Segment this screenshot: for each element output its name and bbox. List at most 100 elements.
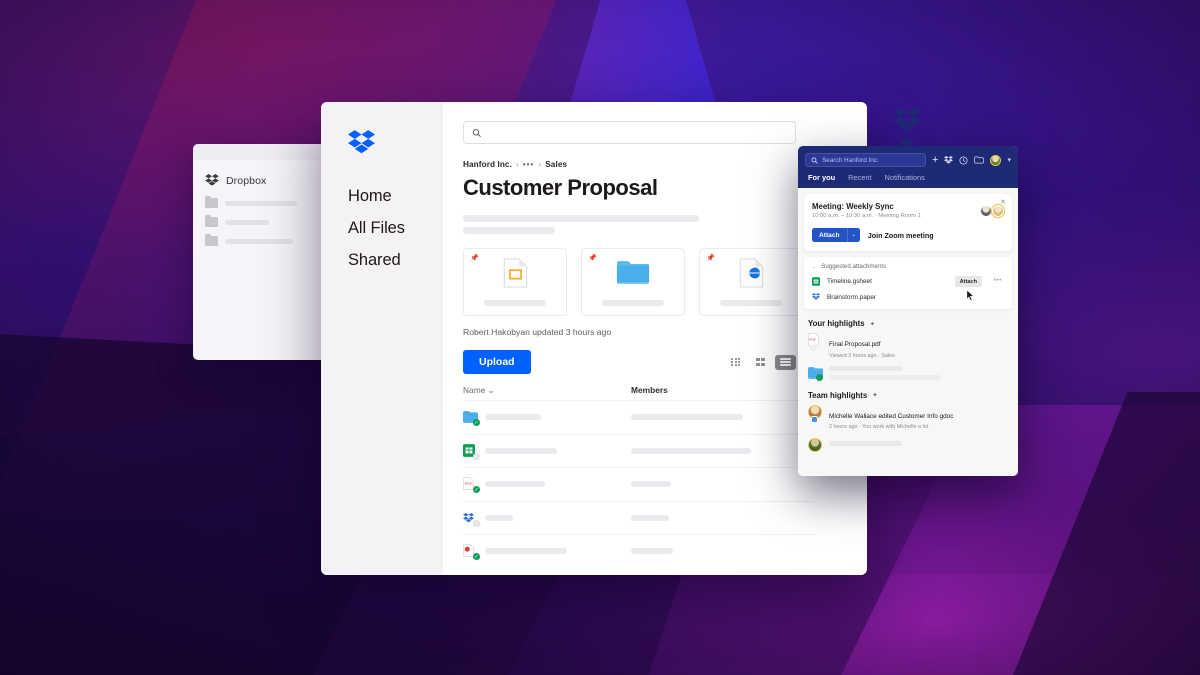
pinned-card-web[interactable]: 📌 — [699, 248, 803, 316]
view-toggle-grid[interactable] — [750, 355, 771, 370]
avatar — [992, 205, 1004, 217]
recents-clock-icon[interactable] — [959, 155, 969, 165]
dropbox-desktop-panel[interactable]: Search Hanford Inc. + ▾ For you Recent N… — [798, 146, 1018, 476]
sparkle-icon: ✦ — [869, 320, 876, 328]
paper-icon — [812, 293, 820, 300]
folder-icon[interactable] — [974, 156, 985, 164]
pdf-icon: PDF ✓ — [463, 477, 480, 494]
highlight-item[interactable] — [798, 359, 1018, 381]
slides-document-icon — [503, 258, 527, 288]
panel-body: ✕ Meeting: Weekly Sync 10:00 a.m. – 10:3… — [798, 188, 1018, 476]
pinned-card-presentation[interactable]: 📌 — [463, 248, 567, 316]
highlight-title: Final Proposal.pdf — [829, 341, 881, 348]
spreadsheet-icon — [463, 443, 480, 460]
file-name-placeholder — [485, 514, 513, 521]
table-row[interactable]: PDF ✓ — [463, 467, 815, 501]
placeholder-bar — [225, 238, 293, 244]
attach-button[interactable]: Attach — [812, 228, 847, 242]
members-placeholder — [631, 548, 673, 555]
dropbox-main-window[interactable]: Home All Files Shared Hanford Inc. › •••… — [321, 102, 867, 575]
members-placeholder — [631, 514, 669, 521]
card-label-placeholder — [720, 300, 782, 306]
meeting-card[interactable]: ✕ Meeting: Weekly Sync 10:00 a.m. – 10:3… — [804, 194, 1012, 251]
action-row: Upload — [463, 350, 796, 374]
highlight-item[interactable]: PDF Final Proposal.pdf Viewed 3 hours ag… — [798, 328, 1018, 359]
shared-badge-icon: ✓ — [473, 486, 480, 494]
panel-search-input[interactable]: Search Hanford Inc. — [805, 153, 927, 167]
panel-pointer-tip — [899, 136, 915, 145]
members-placeholder — [631, 481, 671, 488]
highlight-meta-placeholder — [829, 374, 941, 380]
placeholder-bar — [225, 200, 297, 206]
svg-text:PDF: PDF — [809, 338, 816, 342]
upload-button[interactable]: Upload — [463, 350, 531, 374]
pinned-card-folder[interactable]: 📌 — [581, 248, 685, 316]
suggested-attachment-row[interactable]: Brainstorm.paper — [812, 293, 1004, 301]
paper-icon — [463, 511, 480, 527]
chevron-down-icon[interactable]: ▾ — [1007, 156, 1011, 164]
list-icon — [780, 356, 791, 367]
view-toggle-group — [725, 354, 796, 370]
sidebar-item-home[interactable]: Home — [348, 187, 443, 206]
file-name-placeholder — [485, 447, 557, 454]
table-row[interactable] — [463, 433, 815, 468]
image-icon: ✓ — [463, 544, 480, 561]
breadcrumb-ellipsis[interactable]: ••• — [523, 160, 535, 169]
breadcrumb-root[interactable]: Hanford Inc. — [463, 160, 512, 169]
team-highlight-item[interactable] — [798, 430, 1018, 452]
your-highlights-title: Your highlights — [808, 319, 865, 328]
tab-recent[interactable]: Recent — [848, 173, 871, 182]
dropbox-icon[interactable] — [944, 155, 954, 165]
attach-button[interactable]: Attach — [954, 276, 982, 287]
gdoc-icon — [811, 415, 818, 423]
column-header-name[interactable]: Name ⌄ — [463, 385, 631, 395]
tab-for-you[interactable]: For you — [808, 173, 835, 182]
suggested-attachment-name: Brainstorm.paper — [827, 293, 877, 301]
card-label-placeholder — [484, 300, 546, 306]
sync-badge-icon — [473, 519, 480, 527]
attach-split-button[interactable]: Attach ⌄ — [812, 228, 860, 242]
placeholder-bar — [225, 219, 269, 225]
spreadsheet-icon — [812, 277, 820, 286]
meeting-subtitle: 10:00 a.m. – 10:30 a.m. · Meeting Room 1 — [812, 213, 921, 219]
search-bar[interactable] — [463, 121, 796, 144]
search-input[interactable] — [487, 127, 787, 138]
team-highlights-header: Team highlights ✦ — [798, 380, 1018, 400]
description-placeholder-line — [463, 227, 555, 234]
folder-icon — [808, 366, 823, 381]
more-options-icon[interactable]: ••• — [994, 278, 1002, 284]
breadcrumb-current[interactable]: Sales — [545, 160, 567, 169]
suggested-attachment-row[interactable]: Timeline.gsheet Attach ••• — [812, 276, 1004, 287]
your-highlights-header: Your highlights ✦ — [798, 309, 1018, 328]
team-highlight-item[interactable]: Michelle Wallace edited Customer Info gd… — [798, 400, 1018, 430]
avatar[interactable] — [990, 154, 1002, 166]
file-name-placeholder — [485, 548, 567, 555]
suggested-attachments-header[interactable]: ⌄ Suggested attachments — [812, 263, 1004, 270]
main-sidebar: Home All Files Shared — [321, 102, 443, 575]
web-document-icon — [739, 258, 763, 288]
sidebar-item-all-files[interactable]: All Files — [348, 219, 443, 238]
search-icon — [472, 128, 481, 137]
tab-notifications[interactable]: Notifications — [885, 173, 925, 182]
chevron-down-icon: ⌄ — [812, 263, 817, 270]
view-toggle-list[interactable] — [775, 354, 796, 370]
dropbox-logo-icon — [205, 174, 219, 186]
attach-dropdown-caret-icon[interactable]: ⌄ — [846, 228, 860, 242]
sidebar-item-shared[interactable]: Shared — [348, 251, 443, 270]
view-toggle-gallery[interactable] — [725, 355, 746, 370]
panel-search-placeholder: Search Hanford Inc. — [822, 156, 879, 164]
plus-icon[interactable]: + — [932, 155, 938, 166]
table-row[interactable]: ✓ — [463, 400, 815, 434]
grid-icon — [756, 357, 765, 367]
table-row[interactable]: ✓ — [463, 534, 815, 568]
avatar — [808, 438, 822, 452]
folder-icon — [616, 261, 650, 284]
dropbox-logo-icon[interactable] — [348, 130, 443, 161]
avatar — [808, 404, 822, 423]
column-header-members[interactable]: Members — [631, 385, 668, 395]
sync-badge-icon — [810, 344, 817, 351]
suggested-attachments-title: Suggested attachments — [821, 263, 887, 270]
table-row[interactable] — [463, 500, 815, 535]
dropbox-menubar-logo-icon[interactable] — [893, 108, 921, 134]
join-zoom-meeting-link[interactable]: Join Zoom meeting — [868, 231, 934, 240]
